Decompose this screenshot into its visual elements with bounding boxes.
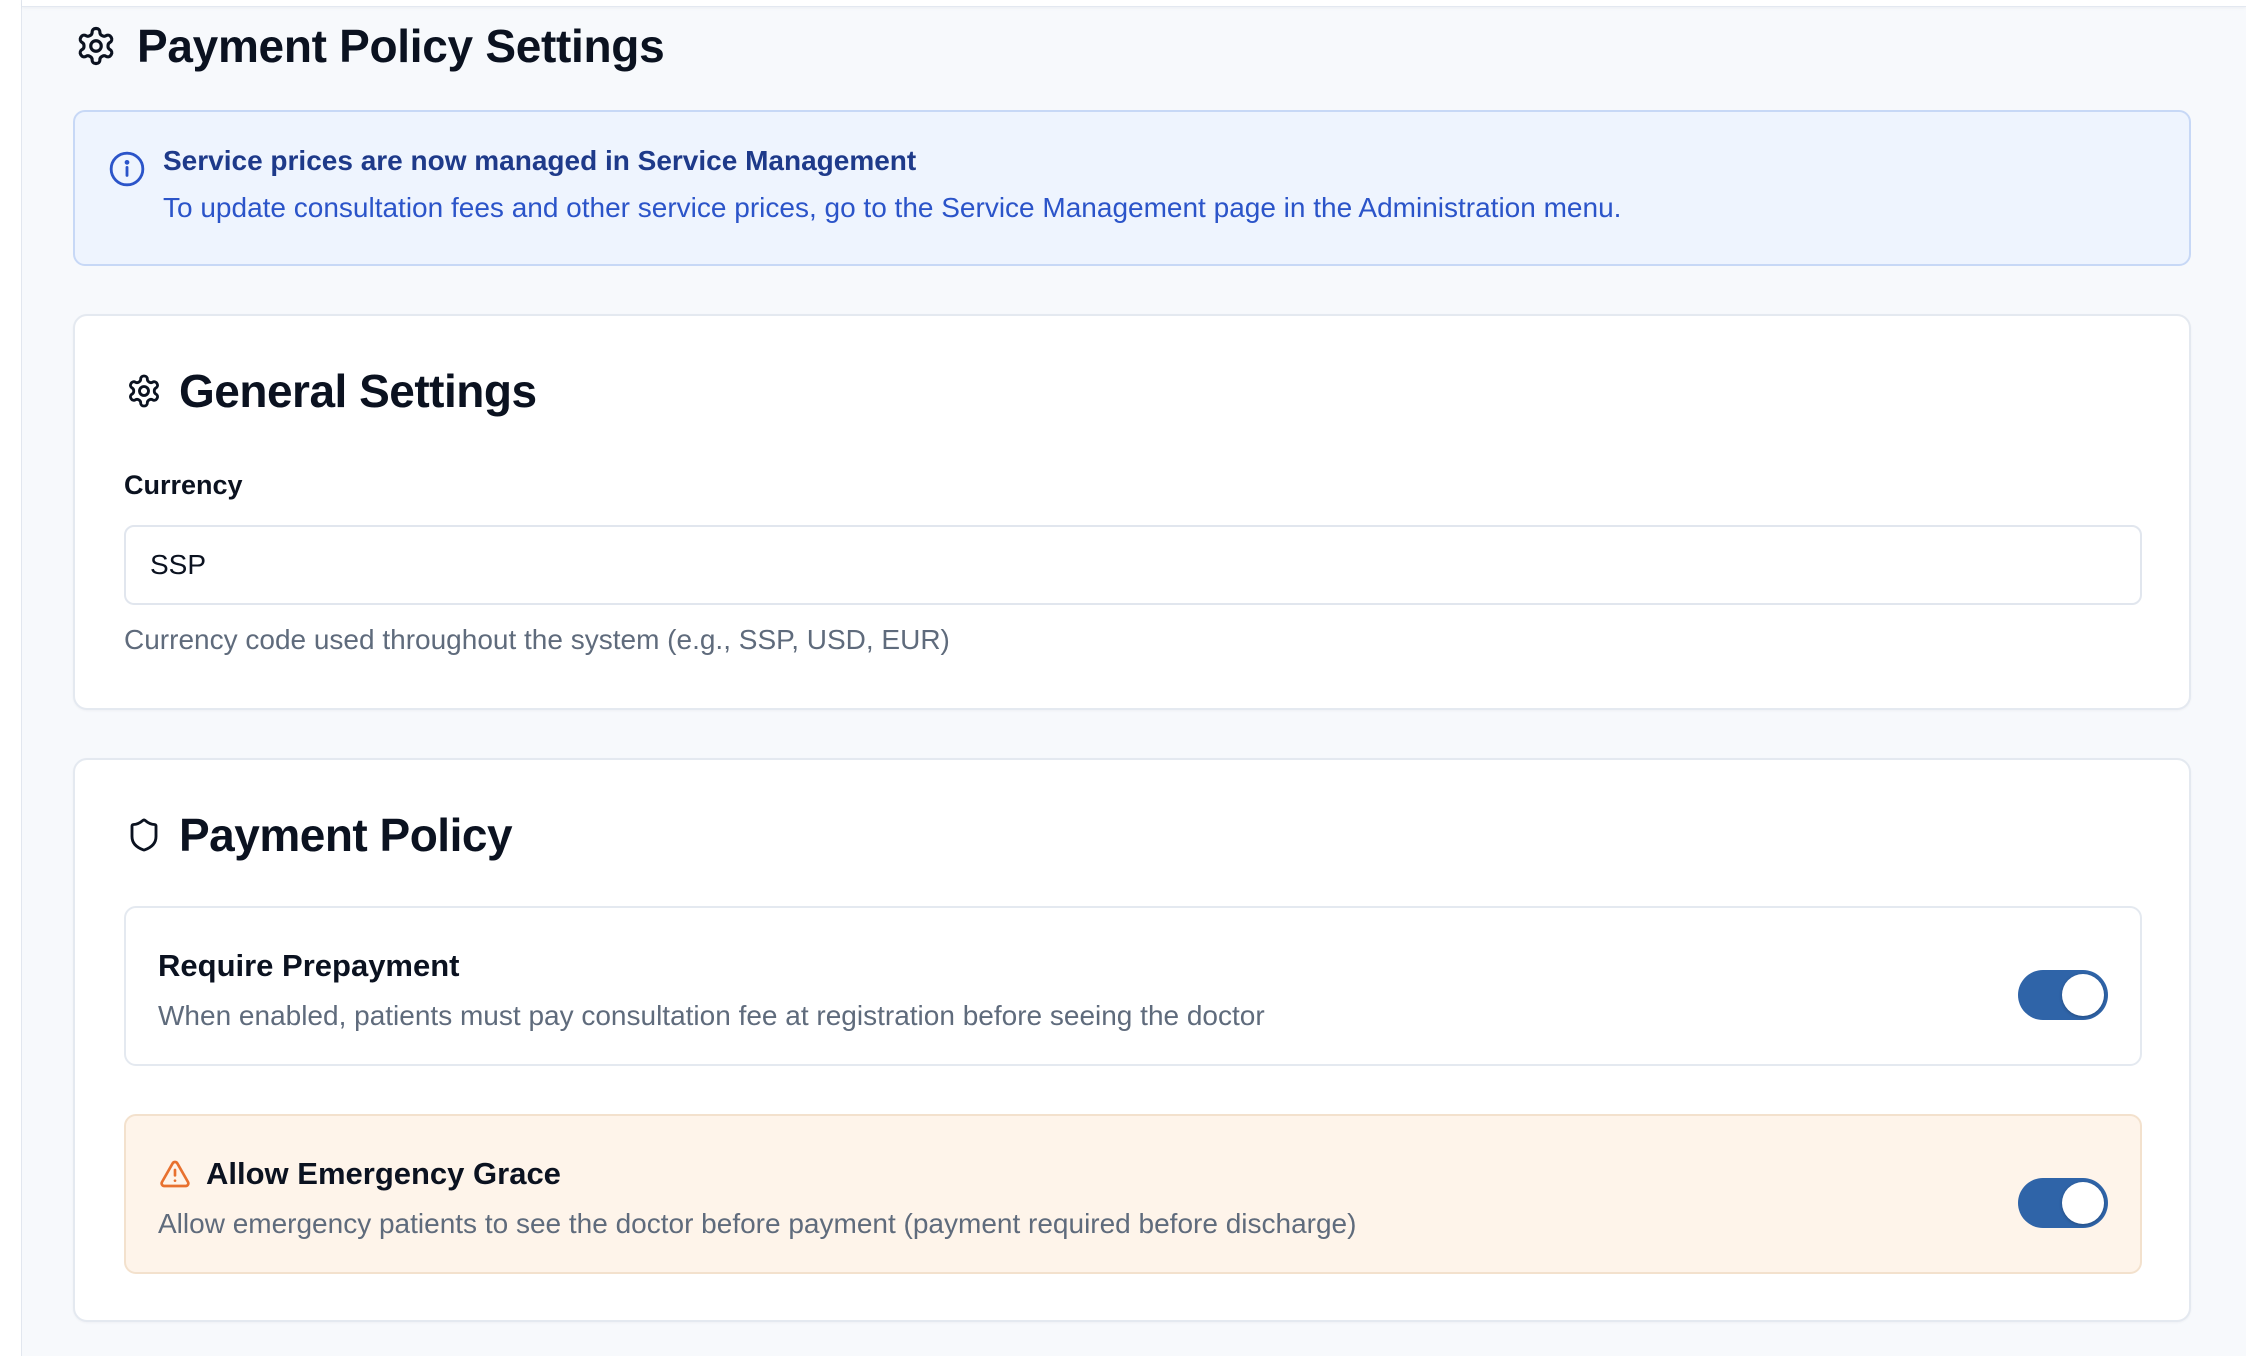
- shield-icon: [124, 815, 164, 855]
- currency-input[interactable]: [124, 525, 2142, 605]
- general-settings-title: General Settings: [179, 365, 537, 417]
- require-prepayment-setting: Require Prepayment When enabled, patient…: [124, 906, 2142, 1066]
- emergency-grace-description: Allow emergency patients to see the doct…: [158, 1208, 1357, 1239]
- currency-label: Currency: [124, 470, 243, 500]
- sidebar-edge: [0, 0, 22, 1356]
- payment-policy-title: Payment Policy: [179, 809, 513, 861]
- emergency-grace-toggle[interactable]: [2018, 1178, 2108, 1228]
- page-title: Payment Policy Settings: [137, 20, 665, 72]
- currency-help-text: Currency code used throughout the system…: [124, 624, 950, 655]
- general-settings-header: General Settings: [124, 360, 537, 422]
- service-management-notice: Service prices are now managed in Servic…: [73, 110, 2191, 266]
- gear-icon: [124, 371, 164, 411]
- toggle-knob: [2062, 1182, 2104, 1224]
- payment-policy-card: Payment Policy Require Prepayment When e…: [73, 758, 2191, 1322]
- top-bar-edge: [22, 0, 2246, 7]
- toggle-knob: [2062, 974, 2104, 1016]
- emergency-grace-title: Allow Emergency Grace: [206, 1156, 561, 1191]
- warning-icon: [158, 1157, 192, 1191]
- gear-icon: [73, 23, 119, 69]
- require-prepayment-title: Require Prepayment: [158, 948, 460, 983]
- emergency-grace-heading: Allow Emergency Grace: [158, 1156, 561, 1192]
- info-icon: [108, 150, 146, 188]
- general-settings-card: General Settings Currency Currency code …: [73, 314, 2191, 710]
- allow-emergency-grace-setting: Allow Emergency Grace Allow emergency pa…: [124, 1114, 2142, 1274]
- notice-title: Service prices are now managed in Servic…: [163, 145, 917, 176]
- notice-body: To update consultation fees and other se…: [163, 192, 1622, 223]
- require-prepayment-description: When enabled, patients must pay consulta…: [158, 1000, 1265, 1031]
- page-header: Payment Policy Settings: [73, 20, 665, 72]
- payment-policy-header: Payment Policy: [124, 804, 513, 866]
- require-prepayment-toggle[interactable]: [2018, 970, 2108, 1020]
